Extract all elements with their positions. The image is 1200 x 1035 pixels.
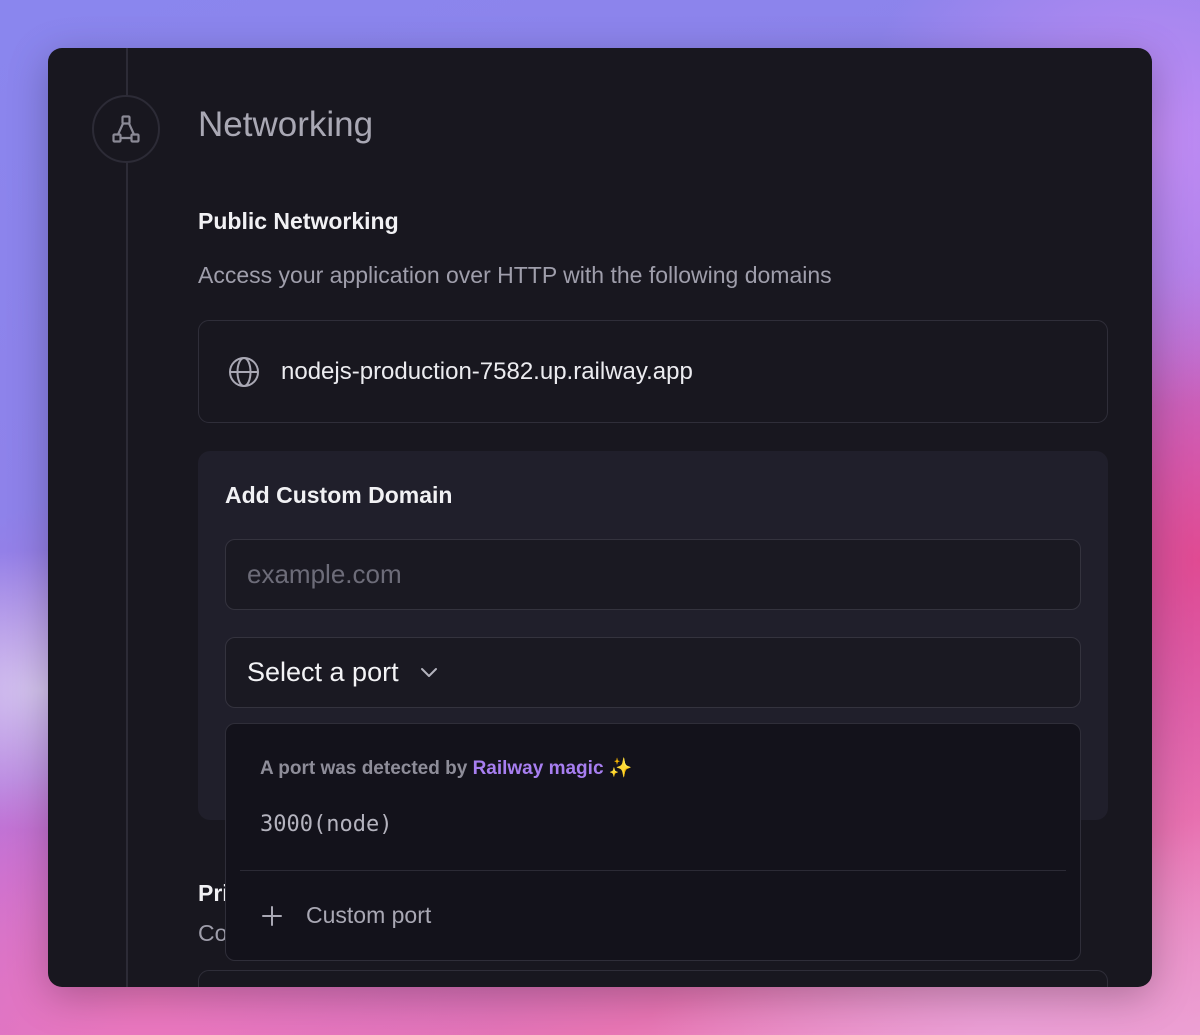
port-dropdown-menu: A port was detected by Railway magic ✨ 3…: [225, 723, 1081, 961]
section-title: Networking: [198, 105, 374, 144]
port-select[interactable]: Select a port: [225, 637, 1081, 708]
private-domain-row: [198, 970, 1108, 987]
private-networking-description: Co: [198, 920, 228, 946]
public-domain-link[interactable]: nodejs-production-7582.up.railway.app: [281, 358, 693, 386]
custom-port-option[interactable]: Custom port: [260, 902, 431, 929]
globe-icon: [229, 356, 259, 387]
dropdown-divider: [240, 870, 1066, 871]
networking-card: Networking Public Networking Access your…: [48, 48, 1152, 987]
sparkles-icon: ✨: [608, 758, 633, 779]
port-detected-note: A port was detected by Railway magic ✨: [260, 756, 632, 780]
public-networking-heading: Public Networking: [198, 208, 399, 234]
custom-domain-input[interactable]: [225, 539, 1081, 610]
plus-icon: [262, 905, 282, 926]
chevron-down-icon: [420, 667, 437, 677]
public-networking-description: Access your application over HTTP with t…: [198, 262, 832, 288]
custom-domain-heading: Add Custom Domain: [225, 482, 453, 508]
port-select-label: Select a port: [247, 657, 399, 687]
detected-prefix: A port was detected by: [260, 758, 473, 779]
port-option[interactable]: 3000(node): [260, 812, 392, 837]
railway-magic-link: Railway magic: [472, 758, 604, 779]
custom-port-label: Custom port: [306, 902, 432, 928]
public-domain-row[interactable]: nodejs-production-7582.up.railway.app: [198, 320, 1108, 423]
timeline-line: [126, 48, 128, 987]
network-nodes-icon: [92, 95, 160, 163]
